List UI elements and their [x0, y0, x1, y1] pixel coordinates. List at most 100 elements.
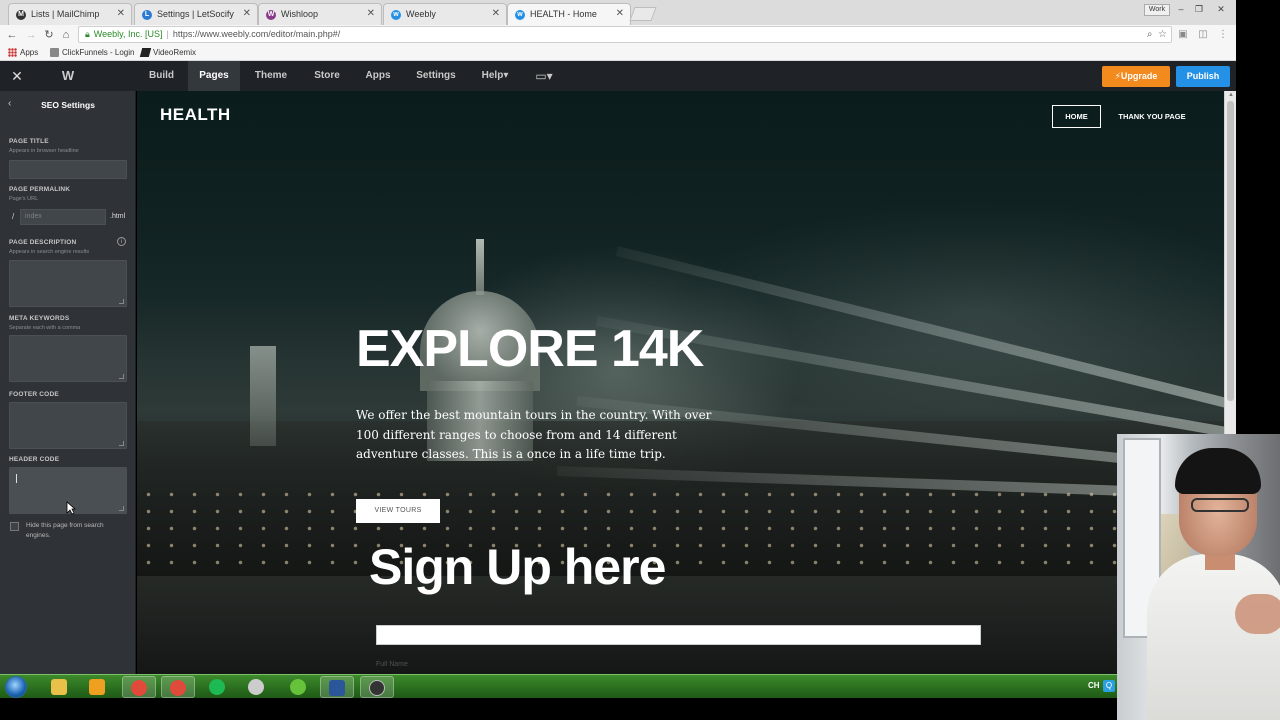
extension-icon[interactable]: ▣ — [1176, 27, 1190, 43]
text-caret — [16, 474, 17, 483]
resize-handle-icon[interactable] — [119, 374, 124, 379]
file-explorer-icon[interactable] — [42, 676, 76, 698]
bookmark-videoremix[interactable]: VideoRemix — [139, 47, 196, 59]
webcam-person-hair — [1175, 448, 1261, 494]
publish-button[interactable]: Publish — [1176, 66, 1230, 87]
nav-help[interactable]: Help▾ — [478, 61, 512, 91]
reload-icon[interactable]: ↻ — [42, 27, 56, 43]
close-tab-icon[interactable]: ✕ — [367, 8, 375, 19]
nav-store[interactable]: Store — [309, 61, 345, 91]
keywords-hint: Separate each with a comma — [9, 325, 81, 331]
bridge-beam — [615, 246, 1224, 411]
close-tab-icon[interactable]: ✕ — [243, 8, 251, 19]
footer-code-textarea[interactable] — [9, 402, 127, 449]
close-editor-icon[interactable]: ✕ — [9, 67, 25, 85]
hero-title[interactable]: EXPLORE 14K — [356, 319, 704, 379]
bookmark-clickfunnels[interactable]: ClickFunnels - Login — [50, 47, 134, 59]
browser-tab-health-home[interactable]: w HEALTH - Home ✕ — [507, 3, 631, 25]
zoom-search-icon[interactable]: ⌕ — [1147, 29, 1153, 40]
language-indicator[interactable]: CH — [1088, 681, 1100, 690]
resize-handle-icon[interactable] — [119, 441, 124, 446]
media-player-icon[interactable] — [80, 676, 114, 698]
resize-handle-icon[interactable] — [119, 506, 124, 511]
site-nav-thank-you[interactable]: THANK YOU PAGE — [1112, 105, 1192, 128]
chrome-icon[interactable] — [161, 676, 195, 698]
signup-title[interactable]: Sign Up here — [369, 538, 666, 596]
permalink-input[interactable]: index — [20, 209, 106, 225]
nav-help-label: Help — [481, 70, 504, 81]
site-preview-canvas[interactable]: HEALTH HOME THANK YOU PAGE EXPLORE 14K W… — [137, 91, 1224, 674]
resize-handle-icon[interactable] — [119, 299, 124, 304]
letsocify-icon: L — [142, 10, 152, 20]
weebly-icon: w — [391, 10, 401, 20]
maximize-icon[interactable]: ❐ — [1192, 4, 1206, 16]
extension-icon[interactable]: ◫ — [1196, 27, 1210, 43]
browser-tab-mailchimp[interactable]: M Lists | MailChimp ✕ — [8, 3, 132, 25]
home-icon[interactable]: ⌂ — [59, 27, 73, 43]
view-tours-button[interactable]: VIEW TOURS — [356, 499, 440, 523]
star-bookmark-icon[interactable]: ☆ — [1158, 29, 1167, 40]
address-bar-row: ← → ↻ ⌂ 🔒︎ Weebly, Inc. [US] | https://www.… — [0, 25, 1280, 45]
description-textarea[interactable] — [9, 260, 127, 307]
keywords-textarea[interactable] — [9, 335, 127, 382]
scroll-up-icon[interactable]: ▲ — [1227, 92, 1235, 98]
hide-page-checkbox[interactable] — [10, 522, 19, 531]
clock-tower — [250, 346, 276, 446]
apps-grid-icon — [8, 48, 17, 57]
obs-icon[interactable] — [360, 676, 394, 698]
tray-app-icon[interactable]: Q — [1103, 680, 1115, 692]
full-name-label: Full Name — [376, 661, 408, 668]
page-title-input[interactable] — [9, 160, 127, 179]
back-icon[interactable]: ← — [5, 27, 19, 43]
info-icon[interactable]: i — [117, 237, 126, 246]
header-code-label: HEADER CODE — [9, 456, 60, 463]
lock-icon: 🔒︎ — [85, 29, 90, 39]
close-tab-icon[interactable]: ✕ — [616, 8, 624, 19]
mailchimp-icon: M — [16, 10, 26, 20]
footer-code-label: FOOTER CODE — [9, 391, 59, 398]
device-preview-icon[interactable]: ▭▾ — [530, 61, 558, 91]
bookmark-label: Apps — [20, 48, 39, 57]
browser-tab-weebly[interactable]: w Weebly ✕ — [383, 3, 507, 25]
chrome-icon[interactable] — [122, 676, 156, 698]
windows-start-icon[interactable] — [5, 676, 27, 698]
address-bar[interactable]: 🔒︎ Weebly, Inc. [US] | https://www.weebly.c… — [78, 26, 1172, 43]
upgrade-button[interactable]: ⚡︎Upgrade — [1102, 66, 1170, 87]
close-tab-icon[interactable]: ✕ — [117, 8, 125, 19]
seo-settings-panel: ‹ SEO Settings PAGE TITLE Appears in bro… — [0, 91, 136, 674]
network-icon[interactable] — [239, 676, 273, 698]
scrollbar-thumb[interactable] — [1227, 101, 1234, 401]
close-window-icon[interactable]: ✕ — [1214, 4, 1228, 16]
nav-apps[interactable]: Apps — [362, 61, 394, 91]
tab-title: HEALTH - Home — [530, 9, 597, 19]
profile-button[interactable]: Work — [1144, 4, 1170, 16]
site-nav-home[interactable]: HOME — [1052, 105, 1101, 128]
nav-pages[interactable]: Pages — [188, 61, 240, 91]
new-tab-button[interactable] — [629, 7, 657, 21]
spotify-icon[interactable] — [200, 676, 234, 698]
page-title-hint: Appears in browser headline — [9, 148, 79, 154]
description-hint: Appears in search engine results — [9, 249, 90, 255]
page-title-label: PAGE TITLE — [9, 138, 49, 145]
bookmark-apps[interactable]: Apps — [8, 47, 38, 59]
browser-tab-letsocify[interactable]: L Settings | LetSocify ✕ — [134, 3, 258, 25]
description-label: PAGE DESCRIPTION — [9, 239, 77, 246]
weebly-icon: w — [515, 10, 525, 20]
weebly-logo-icon[interactable]: W — [60, 68, 76, 84]
site-logo[interactable]: HEALTH — [160, 105, 231, 125]
browser-tab-wishloop[interactable]: W Wishloop ✕ — [258, 3, 382, 25]
menu-kebab-icon[interactable]: ⋮ — [1216, 27, 1230, 43]
signup-input-field[interactable] — [376, 625, 981, 645]
panel-title: SEO Settings — [41, 100, 95, 110]
minimize-icon[interactable]: – — [1174, 4, 1188, 16]
close-tab-icon[interactable]: ✕ — [492, 8, 500, 19]
nav-build[interactable]: Build — [144, 61, 179, 91]
hero-body-text[interactable]: We offer the best mountain tours in the … — [356, 406, 726, 465]
utorrent-icon[interactable] — [281, 676, 315, 698]
nav-theme[interactable]: Theme — [250, 61, 292, 91]
keywords-label: META KEYWORDS — [9, 315, 70, 322]
word-icon[interactable] — [320, 676, 354, 698]
chevron-down-icon: ▾ — [503, 70, 509, 81]
nav-settings[interactable]: Settings — [411, 61, 461, 91]
forward-icon[interactable]: → — [24, 27, 38, 43]
